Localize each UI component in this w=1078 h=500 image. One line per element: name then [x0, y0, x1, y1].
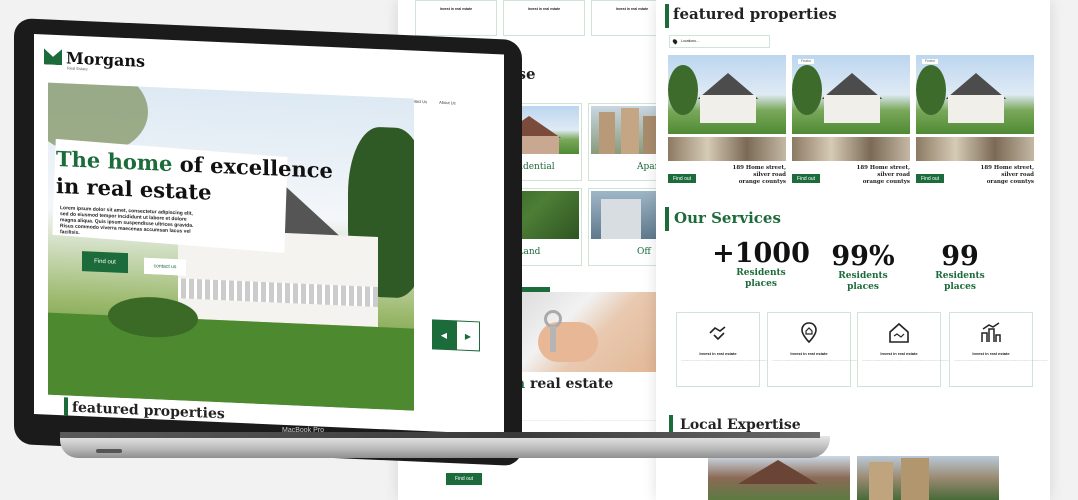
- brand-sub: Real Estate: [67, 65, 88, 72]
- hero-heading-green: The home: [56, 145, 173, 177]
- house-handshake-icon: [889, 322, 909, 343]
- service-card[interactable]: Invest in real estate ..................…: [949, 312, 1048, 387]
- slider-prev-button[interactable]: ◀: [432, 319, 456, 351]
- find-out-button[interactable]: Find out: [916, 174, 944, 183]
- property-card[interactable]: Featur Find out 189 Home street, silver …: [916, 55, 1034, 185]
- laptop-hinge: [60, 432, 820, 438]
- slider-next-button[interactable]: ▶: [456, 320, 480, 352]
- morgans-logo: [44, 48, 62, 65]
- stat-label: Residents: [935, 271, 985, 281]
- property-address: 189 Home street, silver road orange coun…: [981, 165, 1034, 186]
- service-text: ........................................…: [954, 358, 1048, 362]
- laptop-model-label: MacBook Pro: [282, 427, 325, 434]
- stat-label: places: [944, 282, 976, 292]
- laptop-mockup: Morgans Real Estate Home Class Contact U…: [0, 0, 830, 500]
- address-line: silver road: [1001, 172, 1034, 178]
- city-chart-icon: [981, 322, 1001, 342]
- address-line: 189 Home street,: [980, 165, 1034, 171]
- address-line: silver road: [877, 172, 910, 178]
- stat-block: 99 Residents places: [910, 243, 1010, 293]
- stat-value: 99: [941, 241, 979, 272]
- laptop-ports: [96, 449, 122, 453]
- nav-about[interactable]: About Us: [439, 100, 455, 106]
- property-address: 189 Home street, silver road orange coun…: [857, 165, 910, 186]
- address-line: 189 Home street,: [856, 165, 910, 171]
- hero-heading-black: of excellence: [179, 151, 333, 184]
- hero-contact-button[interactable]: contact us: [144, 257, 186, 276]
- address-line: orange countys: [986, 179, 1034, 185]
- address-line: orange countys: [862, 179, 910, 185]
- local-image-apartments: [857, 456, 999, 500]
- laptop-screen: Morgans Real Estate Home Class Contact U…: [34, 34, 504, 435]
- service-text: ........................................…: [862, 358, 956, 362]
- featured-tag: Featur: [922, 59, 939, 64]
- hero-find-out-button[interactable]: Find out: [82, 251, 128, 274]
- laptop-base: [60, 436, 830, 458]
- hero-body-text: Lorem ipsum dolor sit amet, consectetur …: [60, 205, 194, 236]
- service-card[interactable]: Invest in real estate ..................…: [857, 312, 956, 387]
- hero-heading-black-2: in real estate: [56, 172, 212, 205]
